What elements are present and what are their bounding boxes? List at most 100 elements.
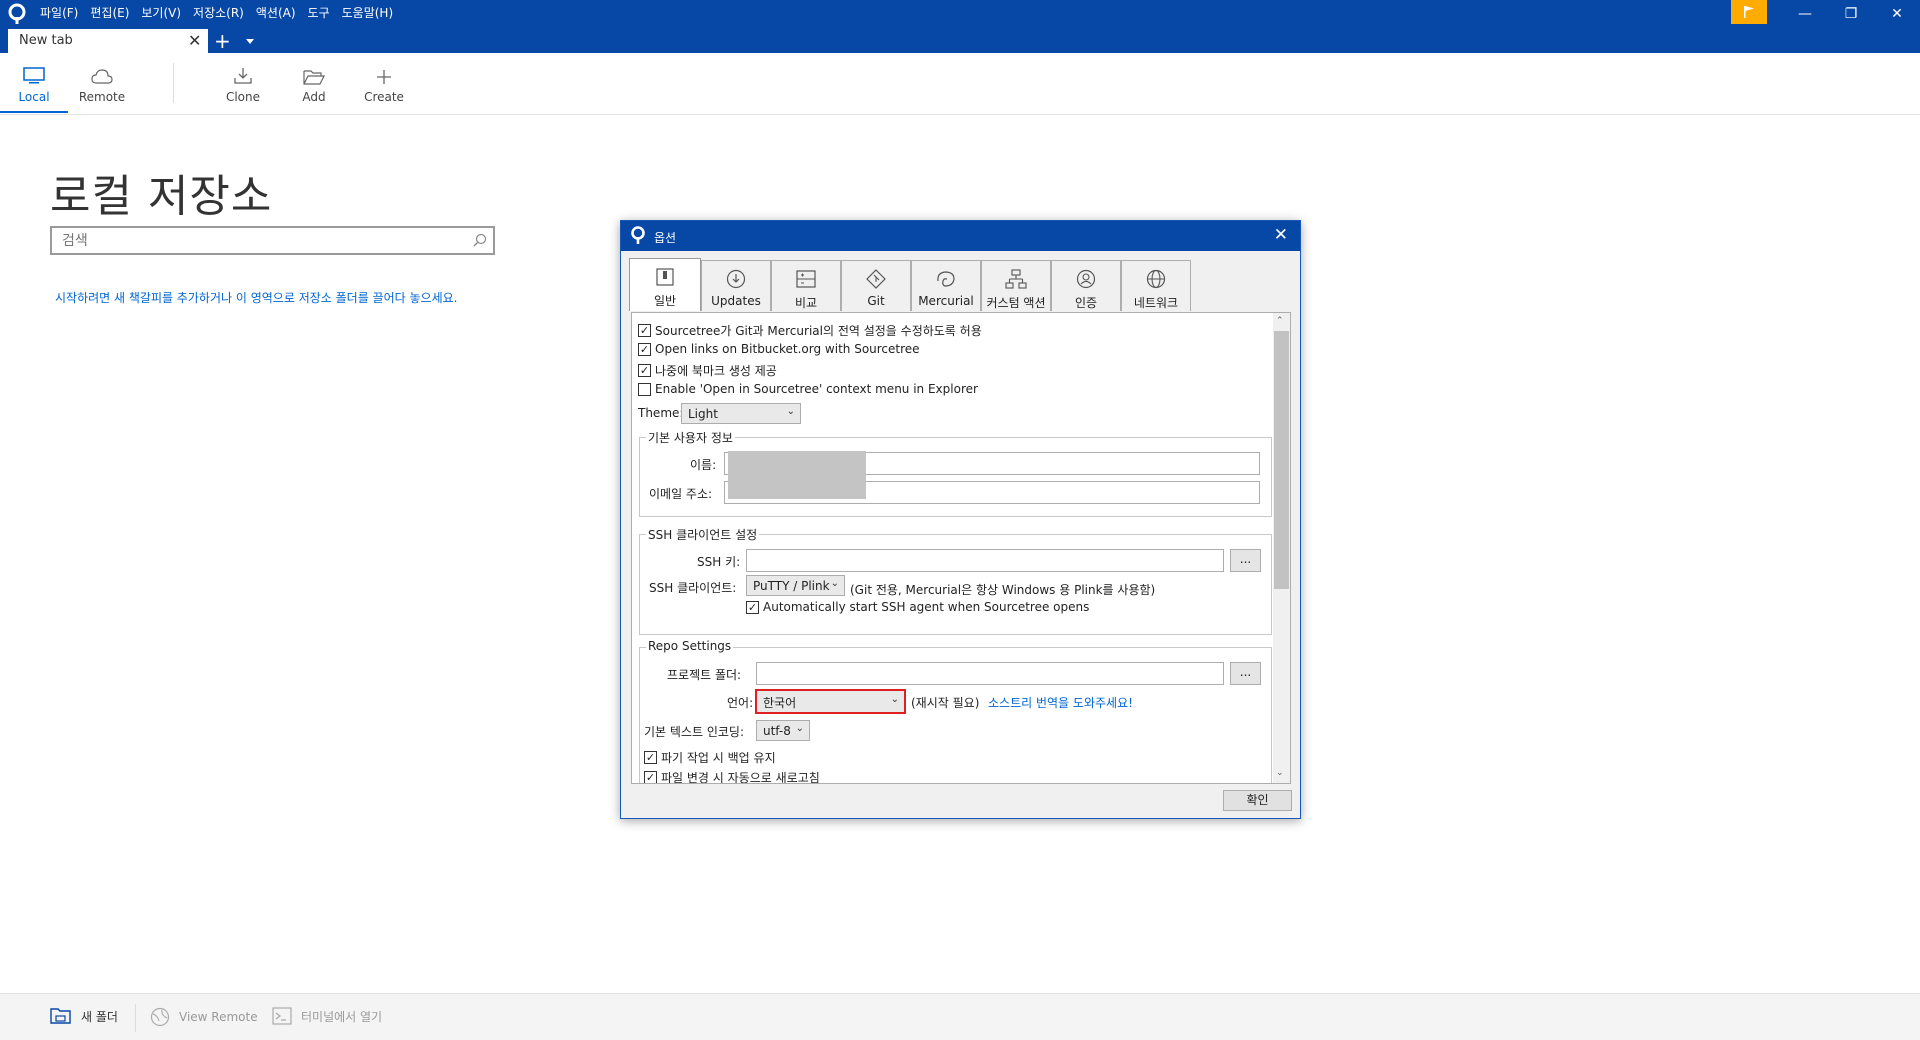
add-button[interactable]: Add (280, 53, 348, 113)
view-remote-button[interactable]: View Remote (150, 1007, 258, 1027)
tab-mercurial[interactable]: Mercurial (911, 260, 981, 311)
encoding-value: utf-8 (763, 724, 791, 738)
toolbar: Local Remote Clone Add Create (0, 53, 1920, 115)
allow-global-config-checkbox[interactable]: ✓ Sourcetree가 Git과 Mercurial의 전역 설정을 수정하도… (638, 322, 982, 339)
checkbox[interactable]: ✓ (644, 771, 657, 783)
ssh-client-select[interactable]: PuTTY / Plink ⌄ (746, 575, 845, 596)
globe-icon (1146, 269, 1166, 289)
open-terminal-label: 터미널에서 열기 (301, 1009, 383, 1024)
auto-refresh-checkbox[interactable]: ✓ 파일 변경 시 자동으로 새로고침 (644, 769, 820, 784)
dialog-close-icon[interactable]: ✕ (1274, 225, 1288, 245)
flag-button[interactable] (1731, 0, 1767, 24)
explorer-context-menu-checkbox[interactable]: Enable 'Open in Sourcetree' context menu… (638, 382, 978, 396)
checkbox[interactable]: ✓ (638, 324, 651, 337)
tab-label: 인증 (1074, 296, 1098, 310)
chevron-down-icon: ⌄ (795, 723, 804, 734)
project-folder-browse-button[interactable]: ... (1230, 662, 1261, 685)
view-remote-label: View Remote (179, 1010, 258, 1024)
offer-bookmark-checkbox[interactable]: ✓ 나중에 북마크 생성 제공 (638, 362, 777, 379)
tab-close-icon[interactable]: ✕ (188, 31, 201, 50)
close-window-button[interactable]: ✕ (1874, 0, 1920, 27)
checkbox-label: 파일 변경 시 자동으로 새로고침 (661, 771, 820, 784)
tab-label: 네트워크 (1133, 296, 1179, 310)
ssh-key-browse-button[interactable]: ... (1230, 549, 1261, 572)
scroll-up-icon[interactable]: ⌃ (1276, 316, 1284, 326)
page-title: 로컬 저장소 (50, 171, 273, 222)
minimize-button[interactable]: — (1782, 0, 1828, 27)
menu-actions[interactable]: 액션(A) (250, 0, 302, 27)
ssh-client-value: PuTTY / Plink (753, 579, 830, 593)
title-bar: 파일(F) 편집(E) 보기(V) 저장소(R) 액션(A) 도구 도움말(H)… (0, 0, 1920, 53)
auto-start-ssh-agent-checkbox[interactable]: ✓ Automatically start SSH agent when Sour… (746, 600, 1089, 614)
diff-icon (796, 270, 816, 288)
chevron-down-icon: ⌄ (890, 694, 899, 705)
open-terminal-button[interactable]: 터미널에서 열기 (272, 1007, 382, 1025)
menu-repository[interactable]: 저장소(R) (187, 0, 250, 27)
open-bitbucket-links-checkbox[interactable]: ✓ Open links on Bitbucket.org with Source… (638, 342, 920, 356)
ok-button[interactable]: 확인 (1223, 790, 1292, 811)
tab-diff[interactable]: 비교 (771, 260, 841, 311)
language-select[interactable]: 한국어 ⌄ (755, 689, 906, 714)
tab-custom-actions[interactable]: 커스텀 액션 (981, 260, 1051, 311)
restore-button[interactable]: ❐ (1828, 0, 1874, 27)
remote-button[interactable]: Remote (68, 53, 136, 113)
checkbox[interactable] (638, 382, 651, 396)
chevron-down-icon: ⌄ (830, 578, 839, 589)
ssh-client-group: SSH 클라이언트 설정 SSH 키: ... SSH 클라이언트: PuTTY… (639, 526, 1272, 635)
new-folder-icon (50, 1008, 71, 1024)
scroll-thumb[interactable] (1274, 331, 1289, 589)
tab-authentication[interactable]: 인증 (1051, 260, 1121, 311)
checkbox-label: Enable 'Open in Sourcetree' context menu… (655, 382, 978, 396)
plus-icon (377, 70, 391, 84)
language-value: 한국어 (763, 696, 797, 710)
tab-list-chevron-down-icon[interactable] (246, 39, 254, 44)
tab-git[interactable]: Git (841, 260, 911, 311)
ssh-key-input[interactable] (746, 549, 1224, 572)
monitor-icon (23, 67, 45, 84)
menu-tools[interactable]: 도구 (302, 0, 336, 27)
scroll-down-icon[interactable]: ⌄ (1276, 768, 1284, 778)
language-label: 언어: (727, 696, 754, 710)
tab-updates[interactable]: Updates (701, 260, 771, 311)
theme-select[interactable]: Light ⌄ (681, 403, 801, 424)
tab-new-tab[interactable]: New tab ✕ (8, 29, 208, 53)
checkbox[interactable]: ✓ (746, 600, 759, 614)
search-input[interactable] (62, 231, 462, 251)
clone-label: Clone (225, 90, 261, 104)
user-info-group: 기본 사용자 정보 이름: 이메일 주소: (639, 429, 1272, 517)
clone-button[interactable]: Clone (209, 53, 277, 113)
ssh-key-label: SSH 키: (697, 555, 741, 569)
tab-general[interactable]: 일반 (629, 258, 701, 311)
checkbox[interactable]: ✓ (644, 751, 657, 764)
checkbox[interactable]: ✓ (638, 342, 651, 356)
vertical-scrollbar[interactable]: ⌃ ⌄ (1273, 313, 1290, 783)
menu-help[interactable]: 도움말(H) (336, 0, 400, 27)
checkbox[interactable]: ✓ (638, 364, 651, 377)
project-folder-input[interactable] (756, 662, 1224, 685)
local-button[interactable]: Local (0, 53, 68, 113)
tab-label: 일반 (653, 294, 677, 308)
menu-view[interactable]: 보기(V) (135, 0, 187, 27)
tab-label: Updates (711, 294, 761, 308)
add-tab-button[interactable]: + (214, 29, 231, 53)
menu-edit[interactable]: 편집(E) (84, 0, 135, 27)
new-folder-label: 새 폴더 (81, 1009, 118, 1024)
toolbar-divider (173, 63, 174, 103)
menu-file[interactable]: 파일(F) (34, 0, 84, 27)
create-button[interactable]: Create (350, 53, 418, 113)
bottom-divider (135, 1004, 136, 1032)
checkbox-label: Open links on Bitbucket.org with Sourcet… (655, 342, 920, 356)
checkbox-label: Automatically start SSH agent when Sourc… (763, 600, 1090, 614)
local-label: Local (18, 90, 50, 104)
new-folder-button[interactable]: 새 폴더 (50, 1007, 118, 1025)
bottom-bar: 새 폴더 View Remote 터미널에서 열기 (0, 993, 1920, 1040)
search-box[interactable] (50, 226, 495, 255)
ssh-client-note: (Git 전용, Mercurial은 항상 Windows 용 Plink를 … (850, 583, 1156, 597)
create-label: Create (364, 90, 404, 104)
project-folder-label: 프로젝트 폴더: (667, 668, 742, 682)
backup-on-discard-checkbox[interactable]: ✓ 파기 작업 시 백업 유지 (644, 749, 776, 766)
tab-network[interactable]: 네트워크 (1121, 260, 1191, 311)
translate-help-link[interactable]: 소스트리 번역을 도와주세요! (988, 694, 1133, 711)
download-circle-icon (726, 269, 746, 289)
encoding-select[interactable]: utf-8 ⌄ (756, 720, 810, 741)
